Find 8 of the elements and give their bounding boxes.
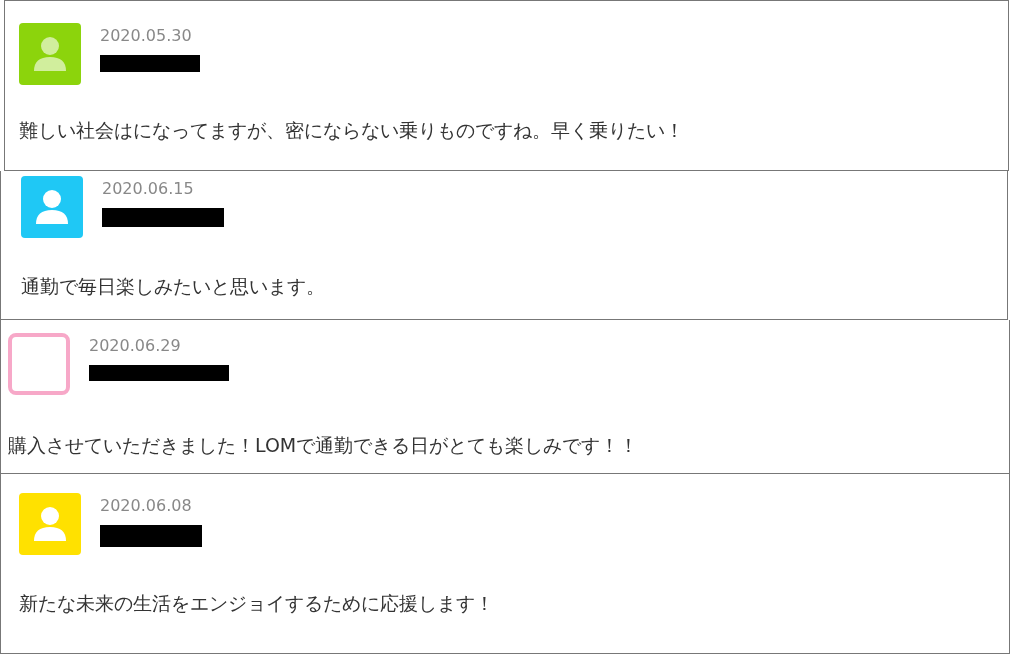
comment-text: 購入させていただきました！LOMで通勤できる日がとても楽しみです！！ (8, 433, 640, 458)
comment-date: 2020.05.30 (100, 26, 193, 45)
comment-text: 新たな未来の生活をエンジョイするために応援します！ (19, 591, 495, 616)
comment-text: 難しい社会はになってますが、密にならない乗りものですね。早く乗りたい！ (19, 118, 685, 143)
comment-date: 2020.06.29 (89, 336, 182, 355)
comment-text: 通勤で毎日楽しみたいと思います。 (21, 274, 326, 299)
comment-date: 2020.06.08 (100, 496, 193, 515)
comment-date: 2020.06.15 (102, 179, 195, 198)
